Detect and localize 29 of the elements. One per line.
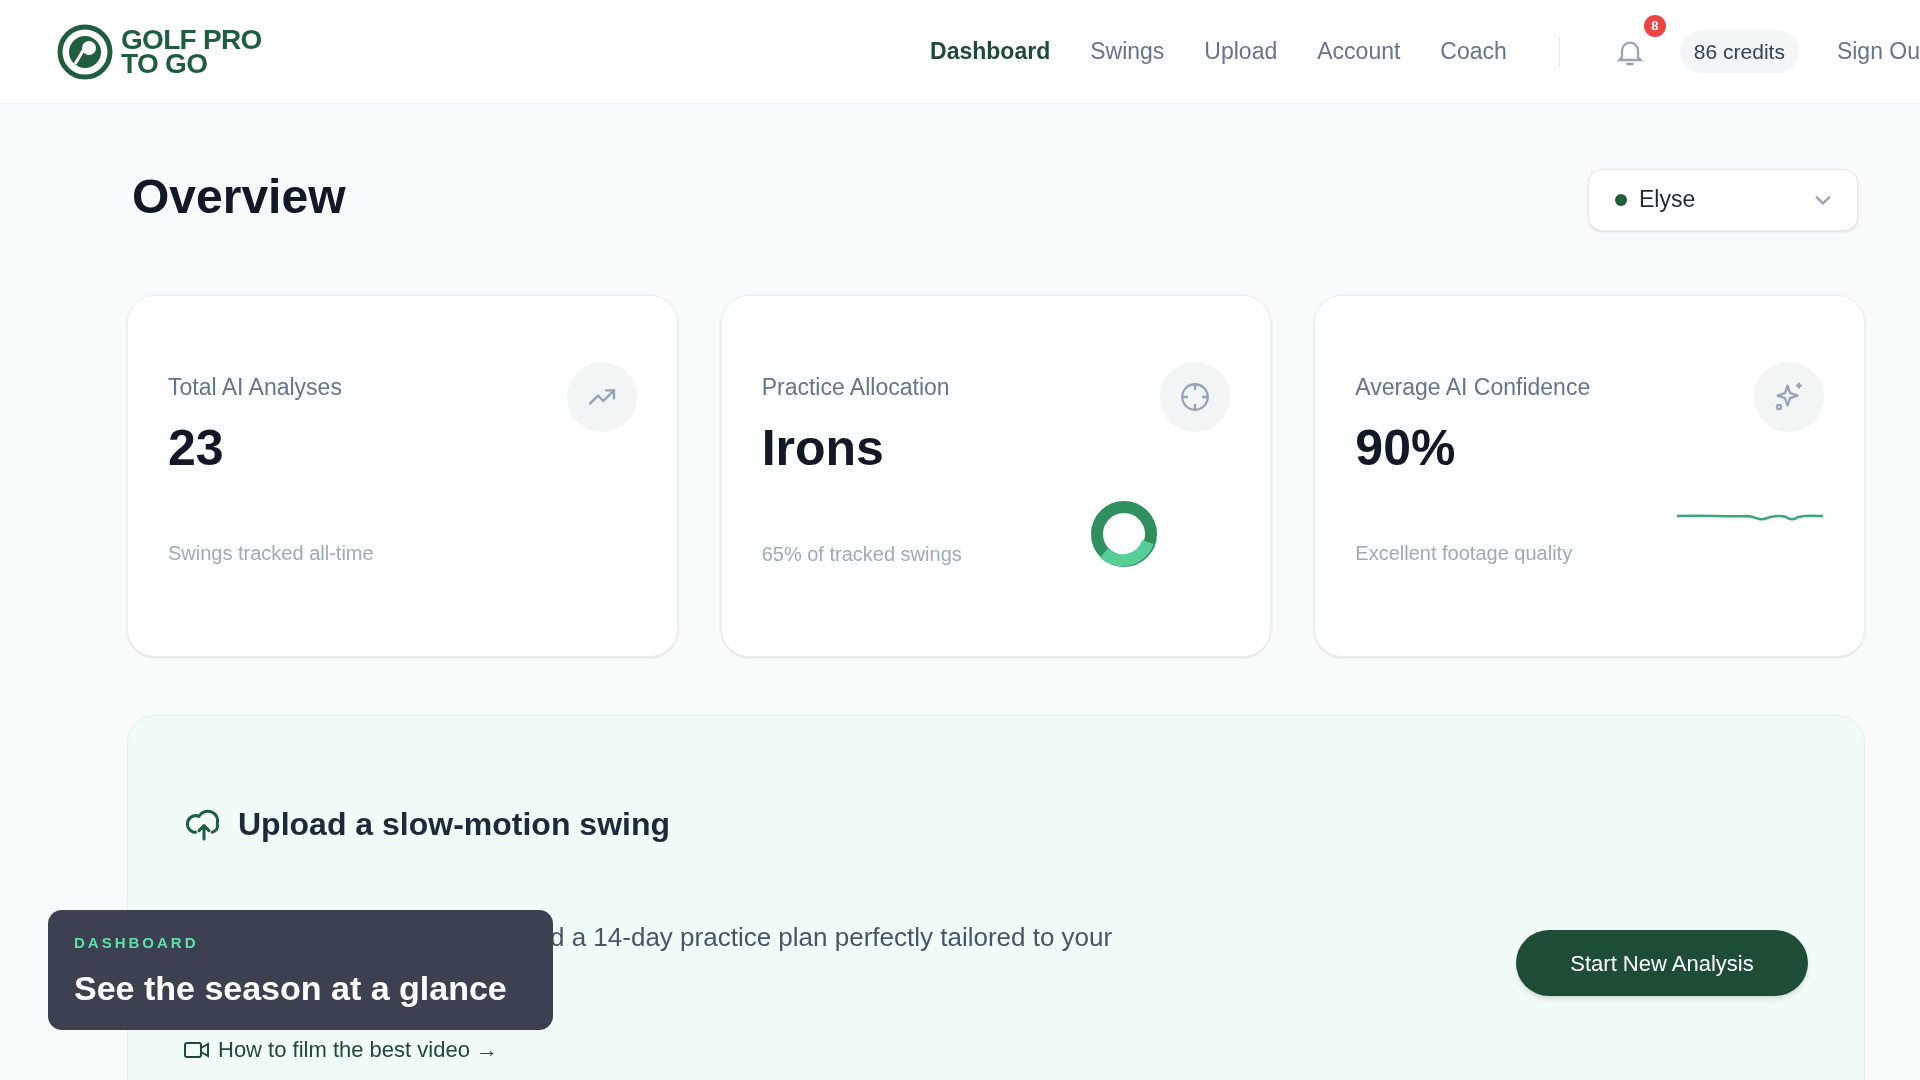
nav-link[interactable]: Upload [1196,34,1286,69]
nav-link[interactable]: Dashboard [922,34,1059,69]
nav-link[interactable]: Coach [1432,34,1515,69]
stat-caption: Swings tracked all-time [168,540,374,566]
caption-eyebrow: DASHBOARD [74,933,200,953]
stat-caption: 65% of tracked swings [761,541,962,567]
stat-label: Average AI Confidence [1355,373,1591,402]
stat-value: Irons [761,418,885,478]
upload-title: Upload a slow-motion swing [238,805,670,844]
stat-caption: Excellent footage quality [1355,540,1573,566]
page-title: Overview [131,168,346,225]
chevron-down-icon [1815,194,1831,205]
stat-value: 23 [168,418,225,478]
video-tips-link[interactable]: How to film the best video → [184,1033,1113,1066]
logo-text: TO GO [121,51,208,76]
player-dropdown[interactable]: Elyse [1588,168,1858,231]
sign-out-link[interactable]: Sign Ou [1822,34,1920,69]
notification-badge: 8 [1641,12,1668,39]
start-analysis-button[interactable]: Start New Analysis [1516,930,1808,996]
video-camera-icon [184,1039,210,1060]
stat-label: Practice Allocation [761,373,950,402]
nav-link[interactable]: Swings [1082,34,1173,69]
stat-label: Total AI Analyses [168,373,342,402]
credits-pill: 86 credits [1679,29,1799,74]
stat-value: 90% [1355,418,1457,478]
golf-ball-logo-icon [57,23,113,80]
nav-link[interactable]: Account [1309,34,1409,69]
logo-text: GOLF PRO [121,27,262,52]
caption-title: See the season at a glance [74,967,508,1009]
